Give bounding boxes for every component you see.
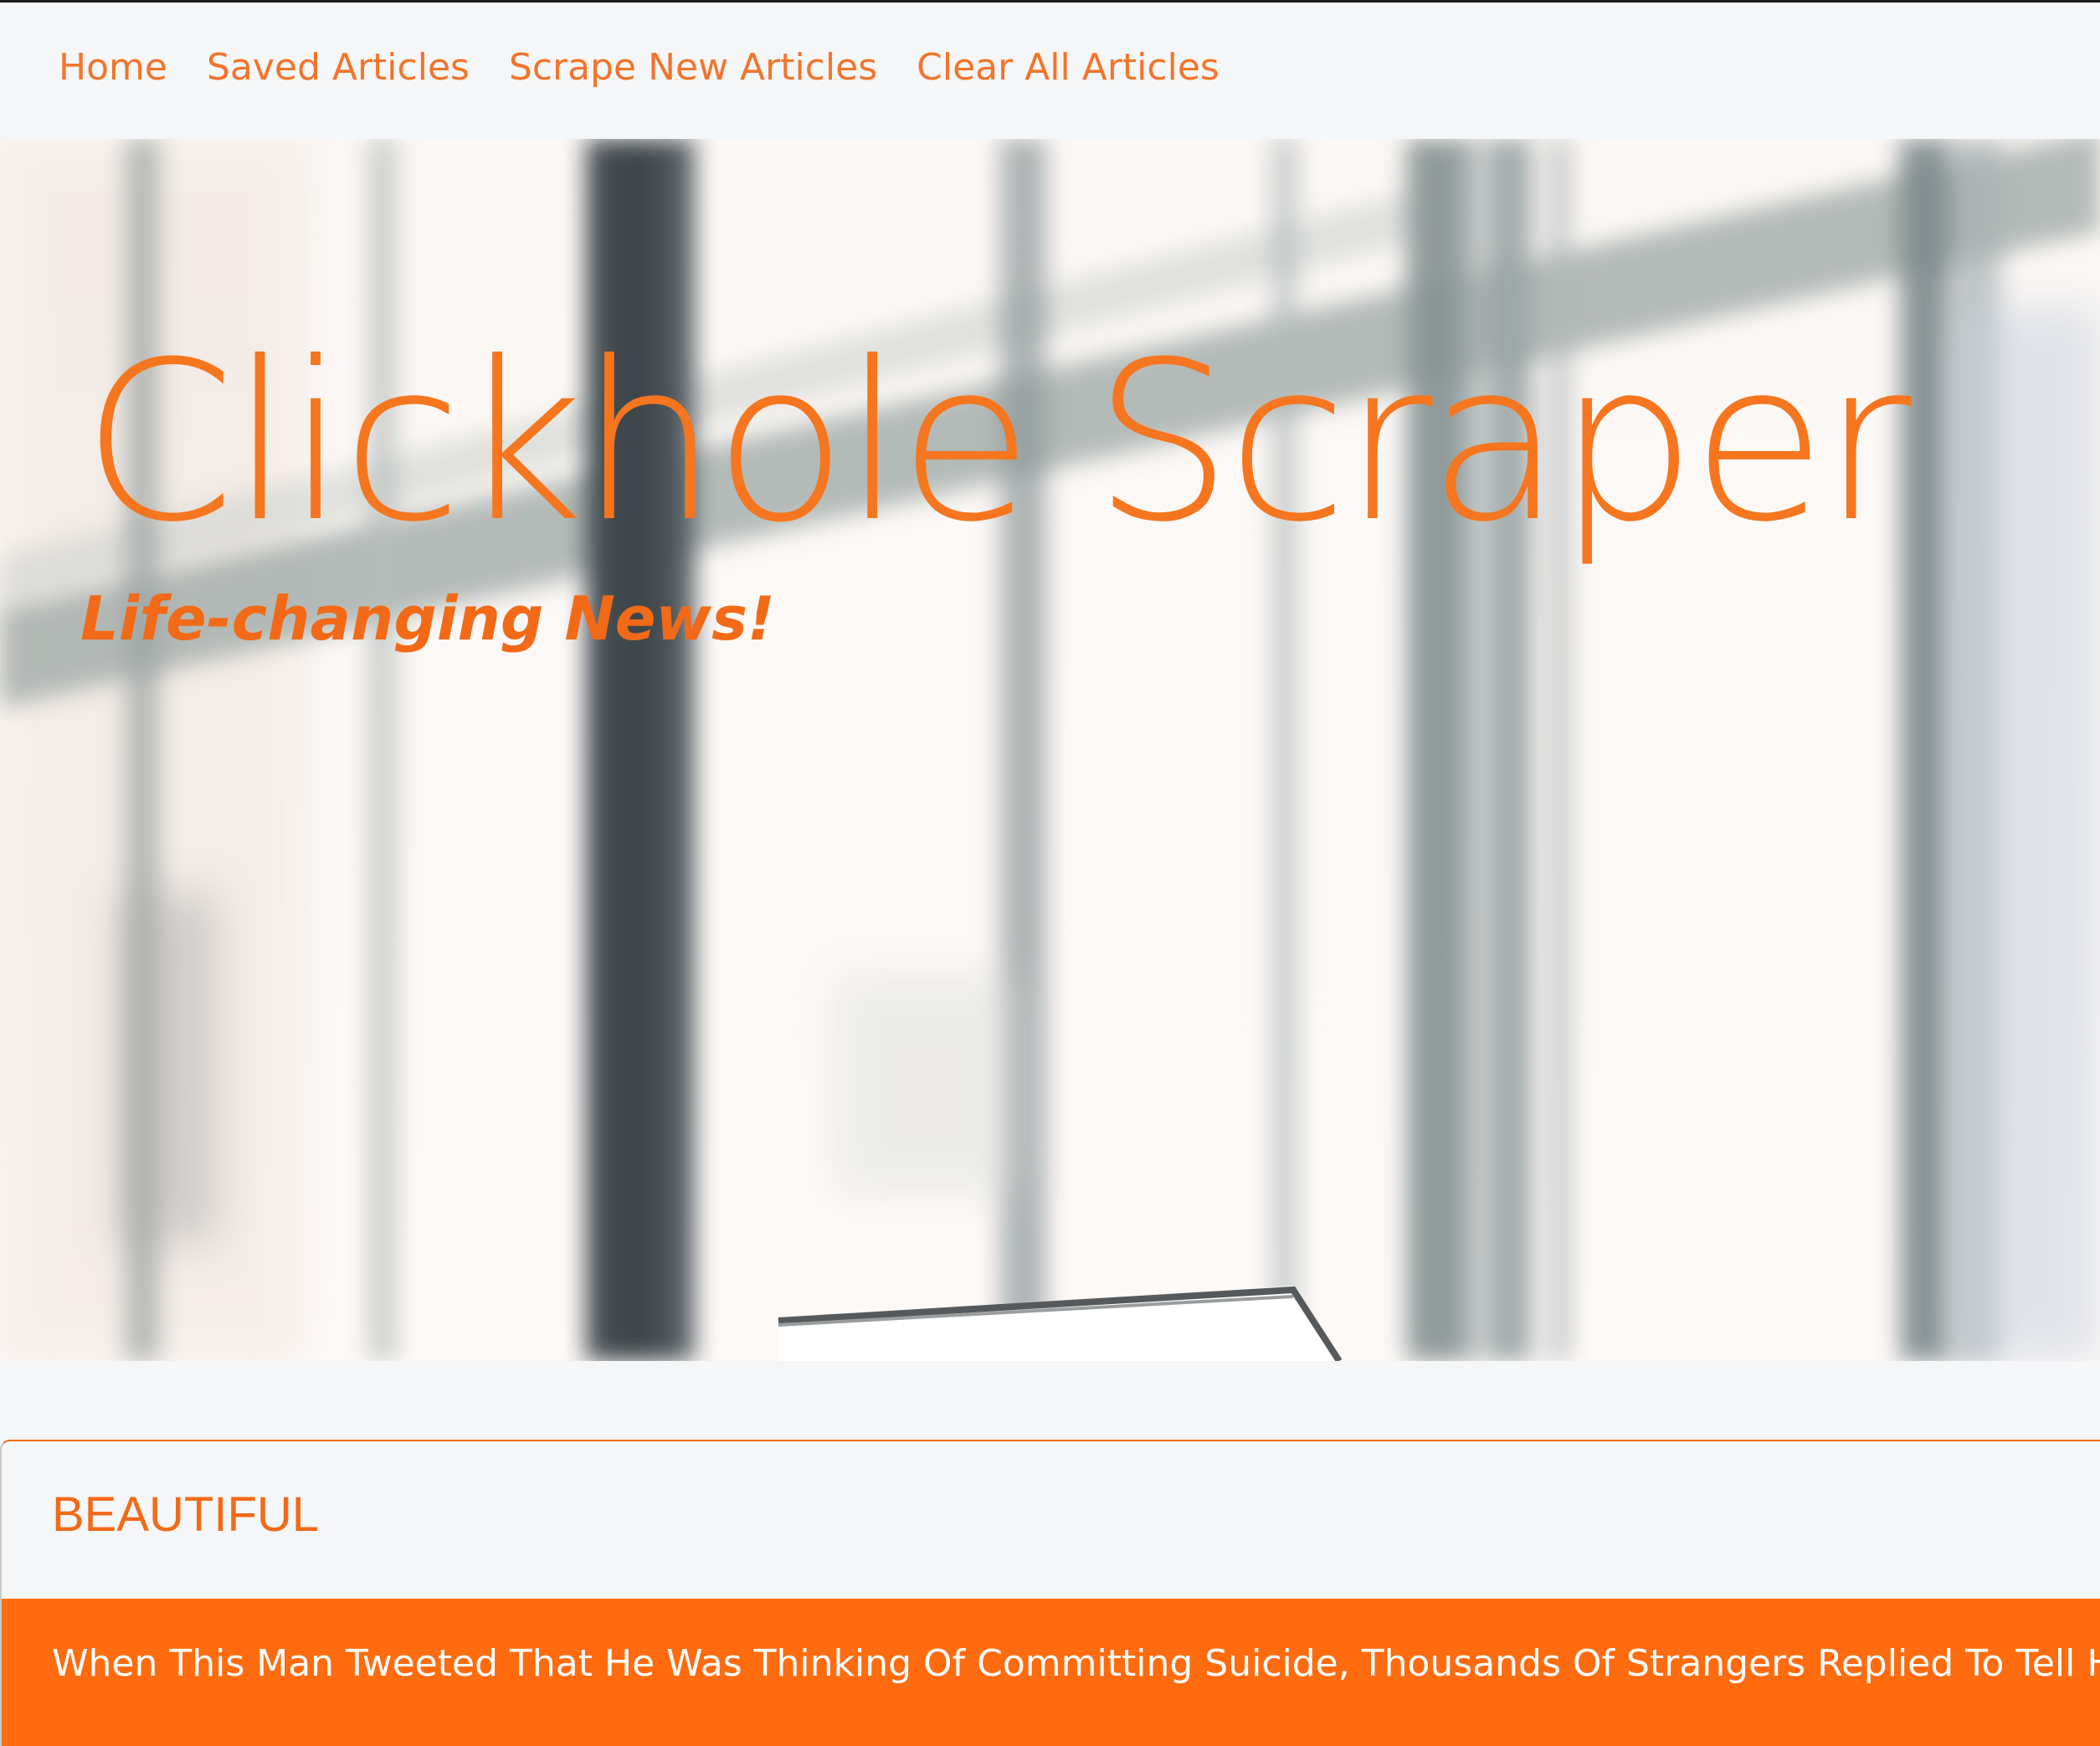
article-headline-link[interactable]: When This Man Tweeted That He Was Thinki… [52,1642,2100,1685]
hero-subtitle: Life-changing News! [80,583,775,654]
navbar: Home Saved Articles Scrape New Articles … [0,3,2100,139]
page: Home Saved Articles Scrape New Articles … [0,0,2100,1746]
nav-links: Home Saved Articles Scrape New Articles … [59,46,1219,89]
article-category: BEAUTIFUL [52,1487,320,1542]
article-card: BEAUTIFUL When This Man Tweeted That He … [0,1440,2100,1746]
hero-title: Clickhole Scraper [82,315,1912,570]
nav-clear-all-articles-link[interactable]: Clear All Articles [917,46,1219,89]
hero-banner: Clickhole Scraper Life-changing News! [0,139,2100,1361]
article-card-body: When This Man Tweeted That He Was Thinki… [2,1599,2100,1746]
nav-scrape-new-articles-link[interactable]: Scrape New Articles [509,46,877,89]
article-card-header: BEAUTIFUL [2,1441,2100,1599]
nav-home-link[interactable]: Home [59,46,167,89]
nav-saved-articles-link[interactable]: Saved Articles [207,46,470,89]
